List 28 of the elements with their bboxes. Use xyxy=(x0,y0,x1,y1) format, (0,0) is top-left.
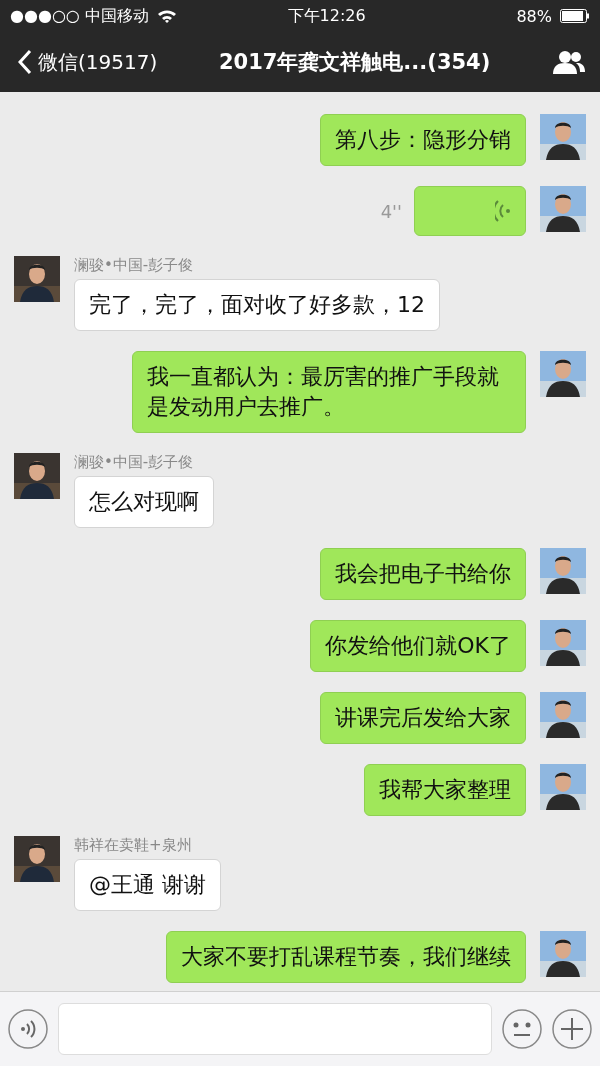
chat-title: 2017年龚文祥触电...(354) xyxy=(217,49,492,76)
message-bubble[interactable]: 你发给他们就OK了 xyxy=(310,620,526,672)
message-bubble[interactable]: @王通 谢谢 xyxy=(74,859,221,911)
message-bubble[interactable]: 第八步：隐形分销 xyxy=(320,114,526,166)
sender-name: 韩祥在卖鞋+泉州 xyxy=(74,836,193,855)
sender-name: 澜骏•中国-彭子俊 xyxy=(74,453,195,472)
sound-wave-icon xyxy=(495,200,511,222)
message-bubble[interactable]: 讲课完后发给大家 xyxy=(320,692,526,744)
message-bubble[interactable]: 完了，完了，面对收了好多款，12 xyxy=(74,279,440,331)
clock-text: 下午12:26 xyxy=(286,5,367,27)
message-bubble[interactable]: 怎么对现啊 xyxy=(74,476,214,528)
battery-text: 88% xyxy=(516,6,552,26)
wifi-icon xyxy=(156,9,177,23)
carrier-text: ●●●○○ 中国移动 xyxy=(10,5,149,27)
emoji-icon[interactable] xyxy=(502,1009,542,1049)
message-bubble[interactable]: 我帮大家整理 xyxy=(364,764,526,816)
sender-name: 澜骏•中国-彭子俊 xyxy=(74,256,195,275)
chevron-left-icon xyxy=(18,49,32,75)
voice-input-icon[interactable] xyxy=(8,1009,48,1049)
back-button[interactable]: 微信(19517) xyxy=(18,48,158,76)
message-input-field[interactable] xyxy=(58,1003,492,1055)
group-members-icon[interactable] xyxy=(552,49,586,75)
battery-icon xyxy=(560,9,590,23)
plus-icon[interactable] xyxy=(552,1009,592,1049)
message-bubble[interactable]: 我会把电子书给你 xyxy=(320,548,526,600)
voice-duration: 4'' xyxy=(380,200,402,222)
message-bubble[interactable]: 大家不要打乱课程节奏，我们继续 xyxy=(166,931,526,983)
message-bubble[interactable]: 我一直都认为：最厉害的推广手段就是发动用户去推广。 xyxy=(132,351,526,433)
